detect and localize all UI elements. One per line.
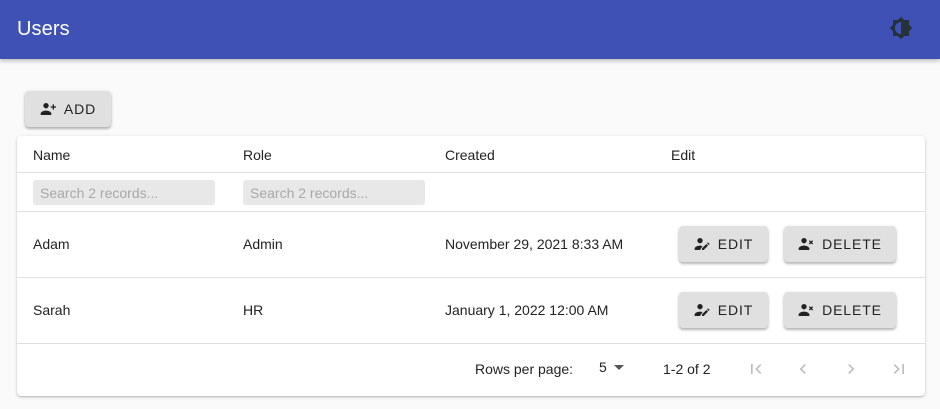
row-name: Sarah [33,302,71,318]
delete-user-button[interactable]: DELETE [784,292,896,328]
name-search-input[interactable] [33,180,215,205]
chevron-right-icon[interactable] [841,359,861,379]
row-created: January 1, 2022 12:00 AM [445,302,609,318]
table-row: Sarah HR January 1, 2022 12:00 AM EDIT D… [17,278,925,344]
edit-user-button[interactable]: EDIT [679,226,768,262]
table-pagination: Rows per page: 5 1-2 of 2 [17,343,925,396]
rows-per-page-label: Rows per page: [475,361,574,377]
chevron-left-icon[interactable] [793,359,813,379]
add-user-button[interactable]: ADD [25,91,111,127]
edit-button-label: EDIT [717,302,754,318]
edit-button-label: EDIT [717,236,754,252]
app-bar: Users [0,0,940,59]
row-created: November 29, 2021 8:33 AM [445,236,624,252]
brightness-icon[interactable] [888,15,914,41]
column-header-name[interactable]: Name [33,147,70,163]
arrow-drop-down-icon [613,365,624,370]
row-role: Admin [243,236,283,252]
rows-per-page-select[interactable]: 5 [599,359,625,375]
person-remove-icon [798,304,814,316]
table-header: Name Role Created Edit [17,136,925,173]
first-page-icon[interactable] [746,359,766,379]
person-remove-icon [798,238,814,250]
edit-user-button[interactable]: EDIT [679,292,768,328]
app-title: Users [17,18,70,40]
role-search-input[interactable] [243,180,425,205]
column-header-role[interactable]: Role [243,147,272,163]
add-button-label: ADD [63,101,97,117]
person-edit-icon [694,238,710,250]
delete-user-button[interactable]: DELETE [784,226,896,262]
person-add-icon [40,103,56,115]
filter-row [17,173,925,212]
delete-button-label: DELETE [822,302,882,318]
column-header-created[interactable]: Created [445,147,495,163]
users-table-card: Name Role Created Edit Adam Admin Novemb… [17,136,925,396]
row-role: HR [243,302,264,318]
delete-button-label: DELETE [822,236,882,252]
rows-per-page-value: 5 [599,359,607,375]
column-header-edit: Edit [671,147,696,163]
last-page-icon[interactable] [889,359,909,379]
person-edit-icon [694,304,710,316]
row-name: Adam [33,236,70,252]
table-row: Adam Admin November 29, 2021 8:33 AM EDI… [17,212,925,278]
pagination-range: 1-2 of 2 [663,361,711,377]
